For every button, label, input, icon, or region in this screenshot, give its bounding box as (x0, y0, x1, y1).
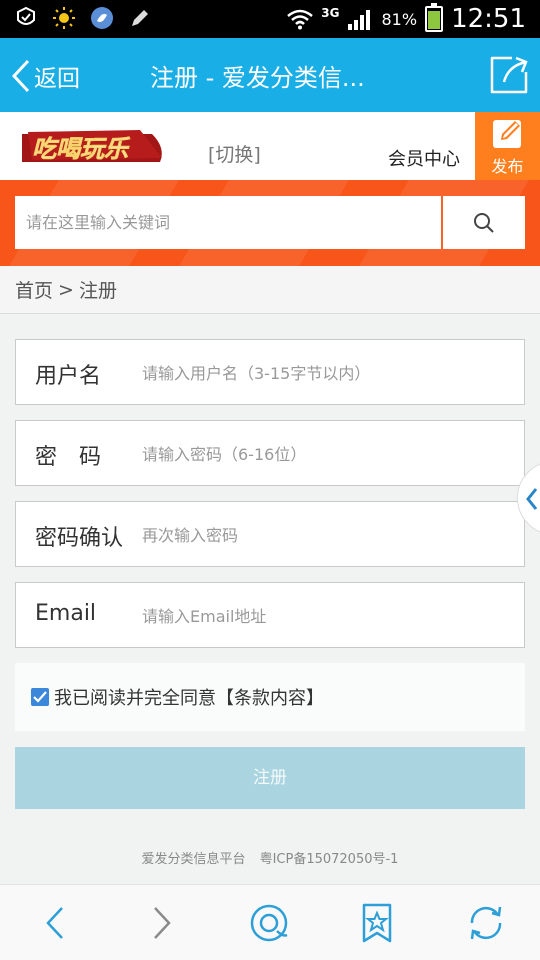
confirm-password-label: 密码确认 (35, 526, 124, 551)
bookmark-star-icon[interactable] (357, 903, 397, 943)
browser-app-icon (91, 7, 113, 29)
browser-toolbar (0, 884, 540, 960)
publish-label: 发布 (491, 157, 524, 176)
password-field: 密 码 (15, 420, 525, 486)
arrow-back-icon[interactable] (36, 903, 76, 943)
chevron-left-icon (11, 59, 30, 93)
agree-checkbox[interactable] (31, 688, 49, 706)
email-field: Email (15, 582, 525, 648)
back-button[interactable]: 返回 (10, 56, 80, 96)
breadcrumb-home[interactable]: 首页 (15, 276, 53, 303)
breadcrumb-separator: > (58, 278, 74, 301)
system-status: 3G 81% 12:51 (287, 3, 526, 34)
refresh-icon[interactable] (466, 903, 506, 943)
breadcrumb-current: 注册 (78, 280, 117, 302)
email-label: Email (35, 601, 97, 626)
wifi-icon (287, 9, 314, 30)
signal-icon (347, 10, 370, 30)
username-field: 用户名 (15, 339, 525, 405)
back-label: 返回 (34, 66, 80, 92)
search-bar (0, 180, 540, 266)
pen-icon (132, 10, 148, 26)
arrow-forward-icon[interactable] (141, 903, 181, 943)
footer-platform: 爱发分类信息平台 (141, 852, 246, 867)
site-logo[interactable]: 吃喝玩乐 (22, 128, 166, 168)
confirm-password-input[interactable] (142, 516, 512, 554)
password-input[interactable] (142, 435, 512, 473)
edit-icon (493, 120, 521, 148)
share-icon[interactable] (488, 54, 530, 96)
battery-percent: 81% (381, 9, 418, 29)
password-label: 密 码 (35, 445, 102, 470)
publish-button[interactable]: 发布 (475, 112, 540, 180)
footer-icp[interactable]: 粤ICP备15072050号-1 (260, 852, 399, 867)
browser-home-icon[interactable] (249, 903, 289, 943)
notification-app-icon (17, 6, 35, 25)
search-icon (474, 213, 494, 233)
battery-icon (425, 3, 444, 32)
sun-icon (53, 7, 75, 29)
search-button[interactable] (443, 196, 525, 249)
username-input[interactable] (142, 354, 512, 392)
member-center-link[interactable]: 会员中心 (388, 145, 460, 171)
notification-icons (14, 6, 152, 30)
checkmark-icon (33, 691, 47, 703)
username-label: 用户名 (35, 364, 102, 389)
agreement-text[interactable]: 我已阅读并完全同意【条款内容】 (54, 684, 324, 710)
switch-link[interactable]: [切换] (208, 140, 261, 167)
chevron-left-icon (526, 488, 538, 510)
page-title: 注册 - 爱发分类信... (150, 64, 365, 92)
status-bar: 3G 81% 12:51 (0, 0, 540, 38)
breadcrumb: 首页 > 注册 (0, 266, 540, 314)
confirm-password-field: 密码确认 (15, 501, 525, 567)
title-bar: 返回 注册 - 爱发分类信... (0, 38, 540, 112)
clock: 12:51 (451, 4, 526, 34)
register-button[interactable]: 注册 (15, 747, 525, 809)
search-input[interactable] (15, 196, 441, 249)
email-input[interactable] (142, 597, 512, 635)
site-header: 吃喝玩乐 [切换] 会员中心 发布 (0, 112, 540, 180)
footer: 爱发分类信息平台 粤ICP备15072050号-1 (0, 848, 540, 867)
network-type: 3G (321, 6, 340, 20)
agreement-row: 我已阅读并完全同意【条款内容】 (15, 663, 525, 731)
logo-text: 吃喝玩乐 (32, 135, 131, 163)
